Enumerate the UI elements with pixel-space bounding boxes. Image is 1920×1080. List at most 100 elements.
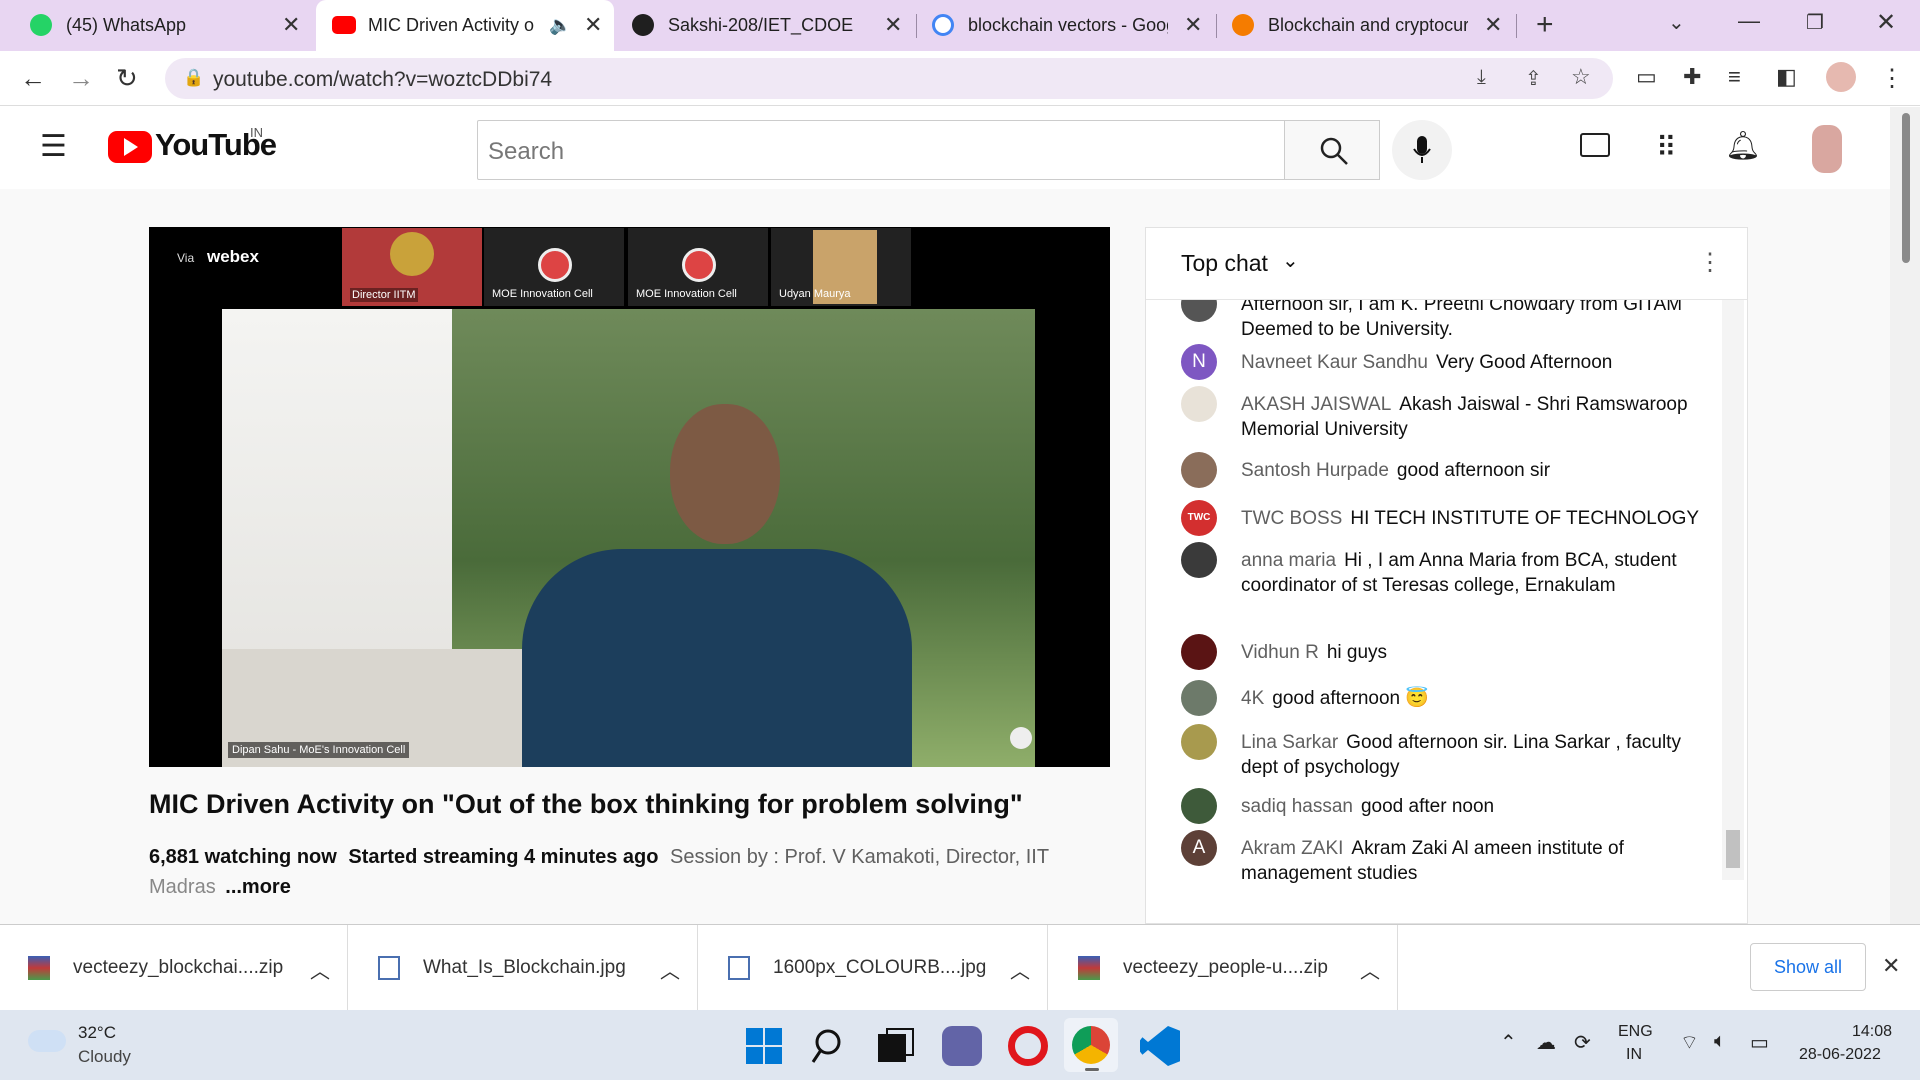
message-author[interactable]: Vidhun R xyxy=(1241,642,1319,663)
close-tab-icon[interactable]: ✕ xyxy=(1484,12,1502,38)
message-author[interactable]: sadiq hassan xyxy=(1241,796,1353,817)
search-input[interactable]: Search xyxy=(477,120,1285,180)
search-button[interactable] xyxy=(1284,120,1380,180)
close-tab-icon[interactable]: ✕ xyxy=(282,12,300,38)
profile-avatar[interactable] xyxy=(1826,62,1856,92)
close-tab-icon[interactable]: ✕ xyxy=(584,12,602,38)
onedrive-icon[interactable]: ☁ xyxy=(1536,1030,1556,1055)
battery-icon[interactable]: ▭ xyxy=(1750,1030,1769,1055)
author-avatar: N xyxy=(1181,344,1217,380)
tab-separator xyxy=(1516,14,1517,38)
notifications-bell-icon[interactable]: 🔔︎ xyxy=(1725,129,1761,162)
video-description[interactable]: 6,881 watching now Started streaming 4 m… xyxy=(149,842,1110,902)
teams-chat-icon[interactable] xyxy=(942,1026,982,1066)
account-avatar[interactable] xyxy=(1812,125,1842,173)
tab-google[interactable]: blockchain vectors - Goog ✕ xyxy=(918,0,1216,51)
chrome-menu-icon[interactable]: ⋮ xyxy=(1880,64,1904,93)
more-options-icon[interactable]: ⋮ xyxy=(1698,248,1722,277)
sync-icon[interactable]: ⟳ xyxy=(1574,1030,1591,1055)
message-author[interactable]: Akram ZAKI xyxy=(1241,838,1343,859)
webex-logo: webex xyxy=(207,247,259,266)
url-text[interactable]: youtube.com/watch?v=woztcDDbi74 xyxy=(213,68,552,92)
address-bar[interactable]: 🔒 youtube.com/watch?v=woztcDDbi74 ⤓ ⇪ ☆ xyxy=(165,58,1613,99)
chat-mode-selector[interactable]: Top chat xyxy=(1181,250,1268,277)
tab-search-icon[interactable]: ⌄ xyxy=(1668,10,1685,35)
media-control-icon[interactable]: ≡ xyxy=(1728,64,1741,90)
extensions-icon[interactable]: ✚ xyxy=(1683,64,1701,90)
volume-icon[interactable]: 🔈︎ xyxy=(1714,1030,1726,1053)
tab-blockchain[interactable]: Blockchain and cryptocurr ✕ xyxy=(1218,0,1516,51)
download-item[interactable]: vecteezy_blockchai....zip ︿ xyxy=(0,925,348,1011)
download-item[interactable]: vecteezy_people-u....zip ︿ xyxy=(1050,925,1398,1011)
close-tab-icon[interactable]: ✕ xyxy=(884,12,902,38)
hamburger-menu-icon[interactable]: ☰ xyxy=(40,129,67,164)
message-author[interactable]: AKASH JAISWAL xyxy=(1241,394,1391,415)
message-author[interactable]: Navneet Kaur Sandhu xyxy=(1241,352,1428,373)
tab-whatsapp[interactable]: (45) WhatsApp ✕ xyxy=(0,0,312,51)
message-author[interactable]: 4K xyxy=(1241,688,1264,709)
tab-separator xyxy=(1216,14,1217,38)
speaker-icon[interactable]: 🔈 xyxy=(549,15,571,36)
task-view-icon[interactable] xyxy=(876,1026,916,1066)
tab-youtube-active[interactable]: MIC Driven Activity o 🔈 ✕ xyxy=(316,0,614,51)
message-author[interactable]: Lina Sarkar xyxy=(1241,732,1338,753)
chat-scrollbar[interactable] xyxy=(1722,300,1744,880)
clock-time[interactable]: 14:08 xyxy=(1852,1023,1892,1041)
participant-name: MOE Innovation Cell xyxy=(492,288,593,300)
message-author[interactable]: TWC BOSS xyxy=(1241,508,1342,529)
new-tab-button[interactable]: + xyxy=(1536,8,1554,42)
download-item[interactable]: What_Is_Blockchain.jpg ︿ xyxy=(350,925,698,1011)
page-scrollbar[interactable] xyxy=(1890,107,1920,924)
tab-github[interactable]: Sakshi-208/IET_CDOE ✕ xyxy=(618,0,916,51)
windows-start-icon[interactable] xyxy=(744,1026,784,1066)
close-tab-icon[interactable]: ✕ xyxy=(1184,12,1202,38)
restore-icon[interactable]: ❐ xyxy=(1806,10,1824,35)
show-more-link[interactable]: ...more xyxy=(225,876,291,898)
voice-search-button[interactable] xyxy=(1392,120,1452,180)
search-taskbar-icon[interactable] xyxy=(810,1026,850,1066)
wifi-icon[interactable]: ⌔ xyxy=(1680,1030,1699,1055)
chevron-up-icon[interactable]: ︿ xyxy=(310,955,330,984)
page-scroll-thumb[interactable] xyxy=(1902,113,1910,263)
chat-scroll-thumb[interactable] xyxy=(1726,830,1740,868)
chevron-up-icon[interactable]: ︿ xyxy=(1010,955,1030,984)
watch-page: Via webex Director IITM MOE Innovation C… xyxy=(0,189,1890,924)
tab-title: MIC Driven Activity o xyxy=(368,15,535,35)
chevron-up-icon[interactable]: ︿ xyxy=(660,955,680,984)
chevron-down-icon[interactable]: ⌄ xyxy=(1282,248,1299,273)
message-author[interactable]: Santosh Hurpade xyxy=(1241,460,1389,481)
create-video-icon[interactable] xyxy=(1580,133,1610,157)
search-icon xyxy=(1320,137,1348,165)
language-region[interactable]: IN xyxy=(1626,1046,1642,1064)
video-player[interactable]: Via webex Director IITM MOE Innovation C… xyxy=(149,227,1110,767)
close-download-shelf-icon[interactable]: ✕ xyxy=(1882,953,1900,979)
weather-temperature[interactable]: 32°C xyxy=(78,1023,116,1043)
cloud-weather-icon[interactable] xyxy=(28,1030,66,1052)
author-avatar: A xyxy=(1181,830,1217,866)
bookmark-star-icon[interactable]: ☆ xyxy=(1571,64,1591,90)
chevron-up-icon[interactable]: ︿ xyxy=(1360,955,1380,984)
cast-icon[interactable]: ▭ xyxy=(1636,64,1657,90)
clock-date[interactable]: 28-06-2022 xyxy=(1799,1046,1881,1064)
download-item[interactable]: 1600px_COLOURB....jpg ︿ xyxy=(700,925,1048,1011)
window-close-icon[interactable]: ✕ xyxy=(1876,8,1896,37)
vscode-icon[interactable] xyxy=(1140,1026,1180,1066)
side-panel-icon[interactable]: ◧ xyxy=(1776,64,1797,90)
language-primary[interactable]: ENG xyxy=(1618,1023,1653,1041)
forward-icon[interactable]: → xyxy=(68,63,94,94)
reload-icon[interactable]: ↻ xyxy=(116,63,138,94)
weather-description[interactable]: Cloudy xyxy=(78,1047,131,1067)
minimize-icon[interactable]: — xyxy=(1738,8,1760,34)
zip-file-icon xyxy=(1078,956,1100,980)
back-icon[interactable]: ← xyxy=(20,63,46,94)
message-author[interactable]: anna maria xyxy=(1241,550,1336,571)
show-hidden-icons[interactable]: ⌃ xyxy=(1500,1030,1517,1055)
share-icon[interactable]: ⇪ xyxy=(1525,66,1542,91)
show-all-button[interactable]: Show all xyxy=(1750,943,1866,991)
chrome-taskbar-button[interactable] xyxy=(1064,1018,1118,1072)
message-text: Very Good Afternoon xyxy=(1435,352,1613,373)
youtube-logo-icon[interactable] xyxy=(108,131,152,163)
apps-grid-icon[interactable]: ⠿ xyxy=(1656,131,1677,164)
opera-icon[interactable] xyxy=(1008,1026,1048,1066)
install-icon[interactable]: ⤓ xyxy=(1477,66,1486,89)
